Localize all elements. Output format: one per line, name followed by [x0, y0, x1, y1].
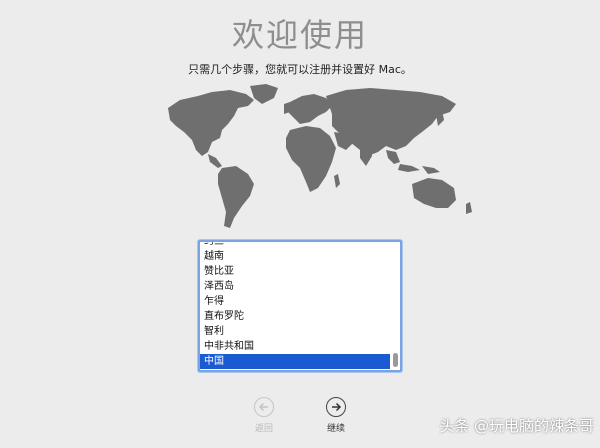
- scroll-thumb[interactable]: [393, 353, 398, 367]
- list-item[interactable]: 中非共和国: [200, 339, 390, 354]
- world-map-icon: [168, 84, 472, 228]
- list-item[interactable]: 越南: [200, 249, 390, 264]
- list-item[interactable]: 泽西岛: [200, 279, 390, 294]
- continue-button-label: 继续: [326, 424, 345, 434]
- list-item[interactable]: 中国: [200, 354, 390, 369]
- back-button-label: 返回: [254, 424, 273, 434]
- list-item[interactable]: 乍得: [200, 294, 390, 309]
- page-subtitle: 只需几个步骤，您就可以注册并设置好 Mac。: [188, 63, 412, 76]
- list-item[interactable]: 约旦: [200, 242, 390, 249]
- page-title: 欢迎使用: [231, 16, 368, 54]
- list-item[interactable]: 智利: [200, 324, 390, 339]
- scrollbar[interactable]: [392, 244, 399, 368]
- continue-button[interactable]: 继续: [316, 397, 356, 434]
- arrow-left-circle-icon: [258, 402, 268, 412]
- list-item[interactable]: 赞比亚: [200, 264, 390, 279]
- watermark-text: 头条 @玩电脑的辣条哥: [439, 417, 594, 435]
- back-button[interactable]: 返回: [244, 397, 284, 434]
- list-item[interactable]: 直布罗陀: [200, 309, 390, 324]
- country-list[interactable]: 约旦 越南 赞比亚 泽西岛 乍得 直布罗陀 智利 中非共和国 中国: [198, 240, 402, 372]
- arrow-right-circle-icon: [332, 402, 342, 412]
